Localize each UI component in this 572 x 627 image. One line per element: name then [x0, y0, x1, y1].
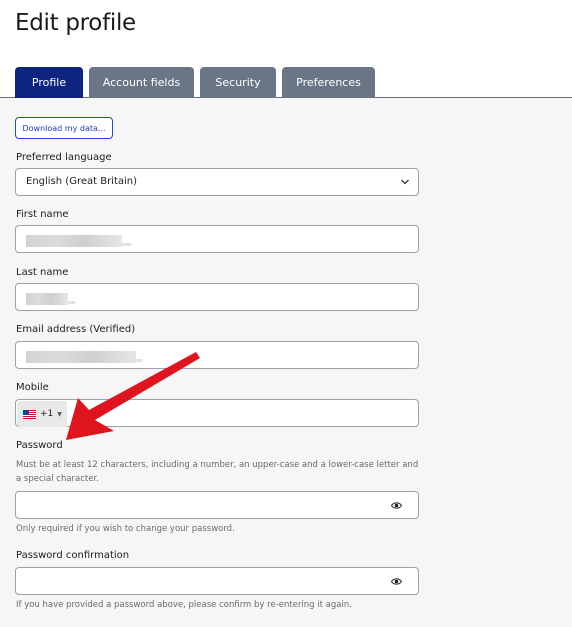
chevron-down-icon	[401, 179, 409, 185]
language-select[interactable]: English (Great Britain)	[15, 168, 419, 196]
redacted-value	[26, 351, 136, 363]
password-label: Password	[16, 440, 63, 451]
language-label: Preferred language	[16, 152, 112, 163]
eye-icon[interactable]	[391, 577, 402, 586]
mobile-input[interactable]: +1 ▼	[15, 399, 419, 427]
tab-profile[interactable]: Profile	[15, 67, 83, 98]
redacted-value	[68, 301, 76, 304]
page-title: Edit profile	[15, 10, 136, 36]
last-name-input[interactable]	[15, 283, 419, 311]
email-label: Email address (Verified)	[16, 324, 136, 335]
first-name-input[interactable]	[15, 225, 419, 253]
password-help: Only required if you wish to change your…	[16, 524, 235, 534]
tab-account-fields[interactable]: Account fields	[89, 67, 194, 98]
caret-down-icon: ▼	[57, 410, 62, 418]
password-confirmation-input[interactable]	[15, 567, 419, 595]
language-select-value: English (Great Britain)	[26, 176, 138, 187]
tab-bar: Profile Account fields Security Preferen…	[0, 67, 572, 98]
redacted-value	[122, 243, 132, 246]
last-name-label: Last name	[16, 267, 69, 278]
password-input[interactable]	[15, 491, 419, 519]
profile-form: Download my data... Preferred language E…	[0, 98, 572, 627]
password-requirements: Must be at least 12 characters, includin…	[16, 460, 419, 484]
password-confirmation-label: Password confirmation	[16, 550, 130, 561]
tab-preferences[interactable]: Preferences	[282, 67, 375, 98]
us-flag-icon	[23, 409, 36, 419]
redacted-value	[134, 359, 143, 362]
eye-icon[interactable]	[391, 501, 402, 510]
email-input[interactable]	[15, 341, 419, 369]
tab-security[interactable]: Security	[200, 67, 276, 98]
redacted-value	[26, 293, 68, 305]
first-name-label: First name	[16, 209, 69, 220]
country-code: +1	[40, 409, 54, 419]
country-code-selector[interactable]: +1 ▼	[17, 401, 67, 427]
mobile-label: Mobile	[16, 382, 49, 393]
download-data-button[interactable]: Download my data...	[15, 117, 113, 139]
redacted-value	[26, 235, 122, 247]
password-confirmation-help: If you have provided a password above, p…	[16, 600, 352, 610]
